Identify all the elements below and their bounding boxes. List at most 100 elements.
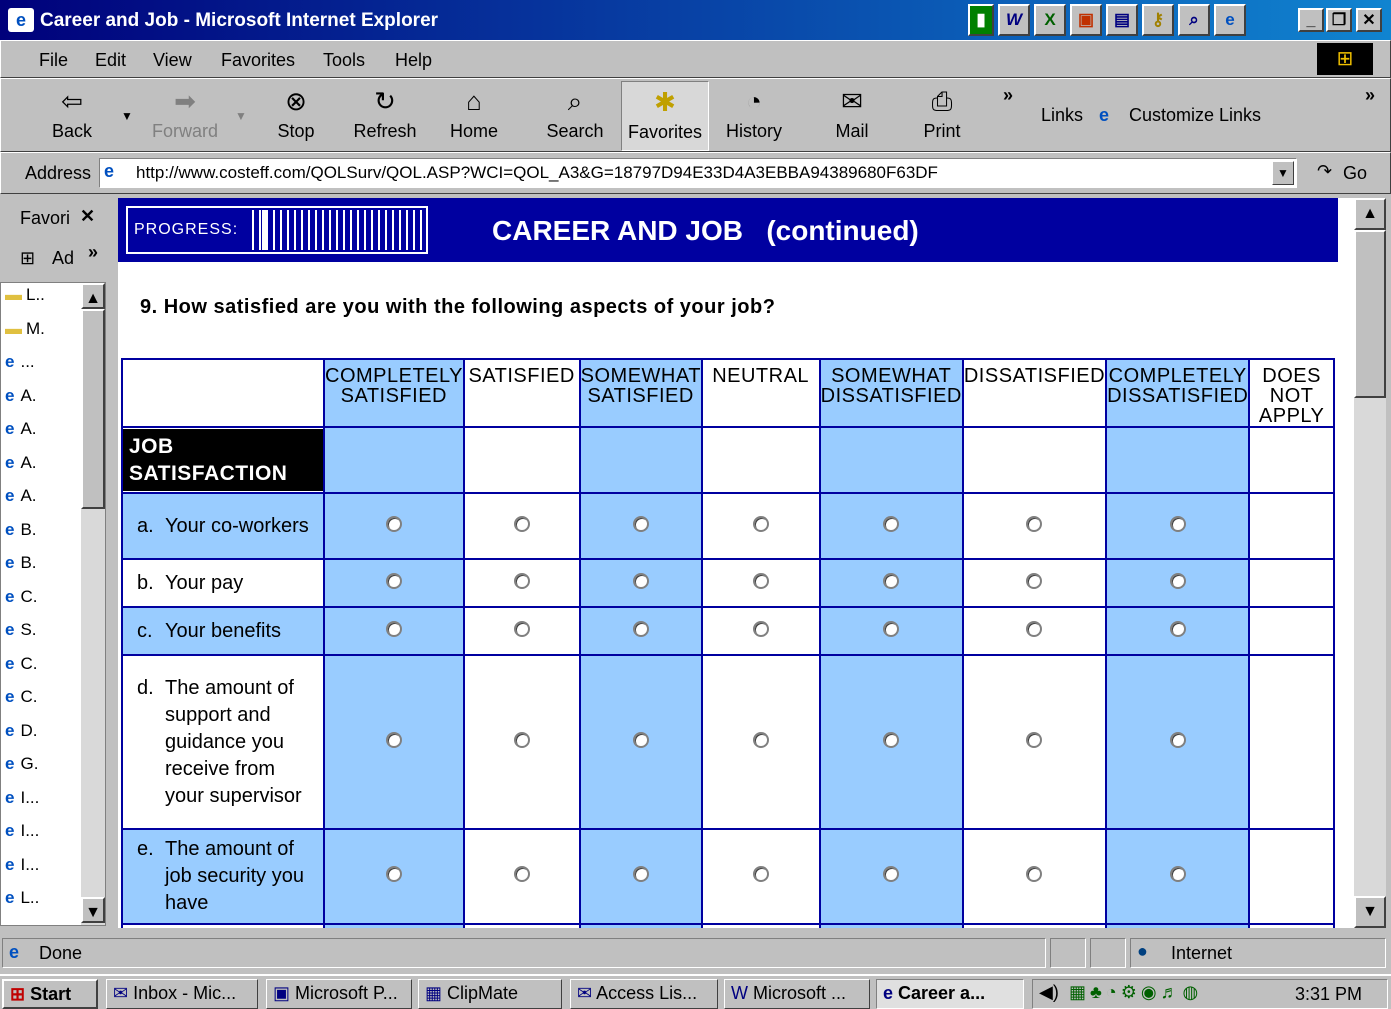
answer-radio[interactable] bbox=[513, 515, 530, 532]
address-input[interactable]: e http://www.costeff.com/QOLSurv/QOL.ASP… bbox=[99, 158, 1297, 188]
scroll-up-icon[interactable]: ▲ bbox=[1354, 198, 1386, 230]
answer-radio[interactable] bbox=[752, 515, 769, 532]
taskbar-task[interactable]: ▣ Microsoft P... bbox=[266, 979, 412, 1009]
answer-radio[interactable] bbox=[632, 515, 649, 532]
answer-radio[interactable] bbox=[513, 620, 530, 637]
taskbar-task[interactable]: W Microsoft ... bbox=[724, 979, 870, 1009]
scroll-thumb[interactable] bbox=[1354, 230, 1386, 398]
forward-dropdown-icon[interactable]: ▼ bbox=[235, 109, 247, 123]
answer-radio[interactable] bbox=[385, 572, 402, 589]
volume-icon[interactable]: ◀) bbox=[1039, 982, 1059, 1003]
answer-radio[interactable] bbox=[883, 866, 900, 882]
answer-radio[interactable] bbox=[1169, 572, 1186, 589]
favorite-item[interactable]: ▬ L.. bbox=[5, 285, 45, 315]
answer-radio[interactable] bbox=[385, 620, 402, 637]
answer-radio[interactable] bbox=[1026, 731, 1043, 748]
answer-radio[interactable] bbox=[1026, 866, 1043, 882]
answer-radio[interactable] bbox=[1169, 515, 1186, 532]
publisher-icon[interactable]: ▤ bbox=[1106, 4, 1138, 36]
menu-favorites[interactable]: Favorites bbox=[221, 50, 295, 71]
taskbar-task[interactable]: ✉ Inbox - Mic... bbox=[106, 979, 258, 1009]
customize-links-link[interactable]: Customize Links bbox=[1129, 105, 1261, 126]
favorite-item[interactable]: e B. bbox=[5, 553, 37, 583]
search-tool-icon[interactable]: ⌕ bbox=[1178, 4, 1210, 36]
answer-radio[interactable] bbox=[1026, 572, 1043, 589]
history-button[interactable]: ◔ History bbox=[721, 81, 787, 151]
menu-edit[interactable]: Edit bbox=[95, 50, 126, 71]
favorite-item[interactable]: ▬ M. bbox=[5, 319, 45, 349]
home-button[interactable]: ⌂ Home bbox=[441, 81, 507, 151]
back-dropdown-icon[interactable]: ▼ bbox=[121, 109, 133, 123]
taskbar-task[interactable]: e Career a... bbox=[876, 979, 1024, 1009]
answer-radio[interactable] bbox=[883, 620, 900, 637]
favorites-scroll-thumb[interactable] bbox=[81, 309, 105, 509]
favorite-item[interactable]: e B. bbox=[5, 520, 37, 550]
go-button[interactable]: Go bbox=[1343, 163, 1367, 184]
links-overflow-icon[interactable]: » bbox=[1365, 85, 1375, 106]
answer-radio[interactable] bbox=[883, 572, 900, 589]
print-button[interactable]: ⎙ Print bbox=[909, 81, 975, 151]
key-icon[interactable]: ⚷ bbox=[1142, 4, 1174, 36]
answer-radio[interactable] bbox=[883, 515, 900, 532]
menu-file[interactable]: File bbox=[39, 50, 68, 71]
tray-icons[interactable]: ▦♣◔⚙◉♬◍ bbox=[1069, 982, 1202, 1003]
favorite-item[interactable]: e... bbox=[5, 352, 35, 382]
favorite-item[interactable]: e C. bbox=[5, 587, 37, 617]
answer-radio[interactable] bbox=[1169, 731, 1186, 748]
ie-page-icon[interactable]: e bbox=[8, 8, 34, 32]
menu-help[interactable]: Help bbox=[395, 50, 432, 71]
favorite-item[interactable]: e A. bbox=[5, 453, 37, 483]
office-bar-icon[interactable]: ▮ bbox=[968, 4, 994, 36]
close-button[interactable]: ✕ bbox=[1356, 8, 1382, 32]
answer-radio[interactable] bbox=[513, 866, 530, 882]
answer-radio[interactable] bbox=[1169, 866, 1186, 882]
back-button[interactable]: ⇦ Back bbox=[37, 81, 107, 151]
search-button[interactable]: ⌕ Search bbox=[541, 81, 609, 151]
answer-radio[interactable] bbox=[513, 731, 530, 748]
menu-view[interactable]: View bbox=[153, 50, 192, 71]
restore-button[interactable]: ❐ bbox=[1326, 8, 1352, 32]
answer-radio[interactable] bbox=[385, 515, 402, 532]
favorites-scroll-up-icon[interactable]: ▲ bbox=[81, 283, 105, 309]
stop-button[interactable]: ⊗ Stop bbox=[263, 81, 329, 151]
answer-radio[interactable] bbox=[883, 731, 900, 748]
favorite-item[interactable]: e I... bbox=[5, 788, 39, 818]
internet-explorer-icon[interactable]: e bbox=[1214, 4, 1246, 36]
answer-radio[interactable] bbox=[632, 866, 649, 882]
links-label[interactable]: Links bbox=[1041, 105, 1083, 126]
scroll-down-icon[interactable]: ▼ bbox=[1354, 896, 1386, 928]
mail-button[interactable]: ✉ Mail bbox=[819, 81, 885, 151]
answer-radio[interactable] bbox=[385, 731, 402, 748]
answer-radio[interactable] bbox=[632, 572, 649, 589]
answer-radio[interactable] bbox=[752, 866, 769, 882]
refresh-button[interactable]: ↻ Refresh bbox=[345, 81, 425, 151]
address-dropdown-button[interactable]: ▼ bbox=[1272, 161, 1294, 185]
close-pane-icon[interactable]: ✕ bbox=[80, 206, 95, 227]
answer-radio[interactable] bbox=[1026, 620, 1043, 637]
answer-radio[interactable] bbox=[1169, 620, 1186, 637]
favorite-item[interactable]: e A. bbox=[5, 386, 37, 416]
answer-radio[interactable] bbox=[752, 731, 769, 748]
taskbar-task[interactable]: ✉ Access Lis... bbox=[570, 979, 718, 1009]
answer-radio[interactable] bbox=[632, 620, 649, 637]
favorite-item[interactable]: e G. bbox=[5, 754, 38, 784]
answer-radio[interactable] bbox=[385, 866, 402, 882]
minimize-button[interactable]: _ bbox=[1298, 8, 1324, 32]
start-button[interactable]: ⊞ Start bbox=[2, 979, 98, 1009]
favorite-item[interactable]: e C. bbox=[5, 654, 37, 684]
toolbar-overflow-icon[interactable]: » bbox=[1003, 85, 1013, 106]
excel-icon[interactable]: X bbox=[1034, 4, 1066, 36]
favorite-item[interactable]: e D. bbox=[5, 721, 37, 751]
pane-overflow-icon[interactable]: » bbox=[88, 242, 98, 263]
favorite-item[interactable]: e S. bbox=[5, 620, 37, 650]
answer-radio[interactable] bbox=[513, 572, 530, 589]
answer-radio[interactable] bbox=[752, 572, 769, 589]
favorites-scroll-down-icon[interactable]: ▼ bbox=[81, 897, 105, 923]
favorite-item[interactable]: e A. bbox=[5, 486, 37, 516]
taskbar-task[interactable]: ▦ ClipMate bbox=[418, 979, 562, 1009]
favorites-scrollbar[interactable]: ▲ ▼ bbox=[81, 283, 105, 925]
forward-button[interactable]: ➡ Forward bbox=[147, 81, 223, 151]
page-scrollbar[interactable]: ▲ ▼ bbox=[1354, 198, 1386, 928]
answer-radio[interactable] bbox=[632, 731, 649, 748]
add-favorite-button[interactable]: Ad bbox=[52, 248, 74, 269]
